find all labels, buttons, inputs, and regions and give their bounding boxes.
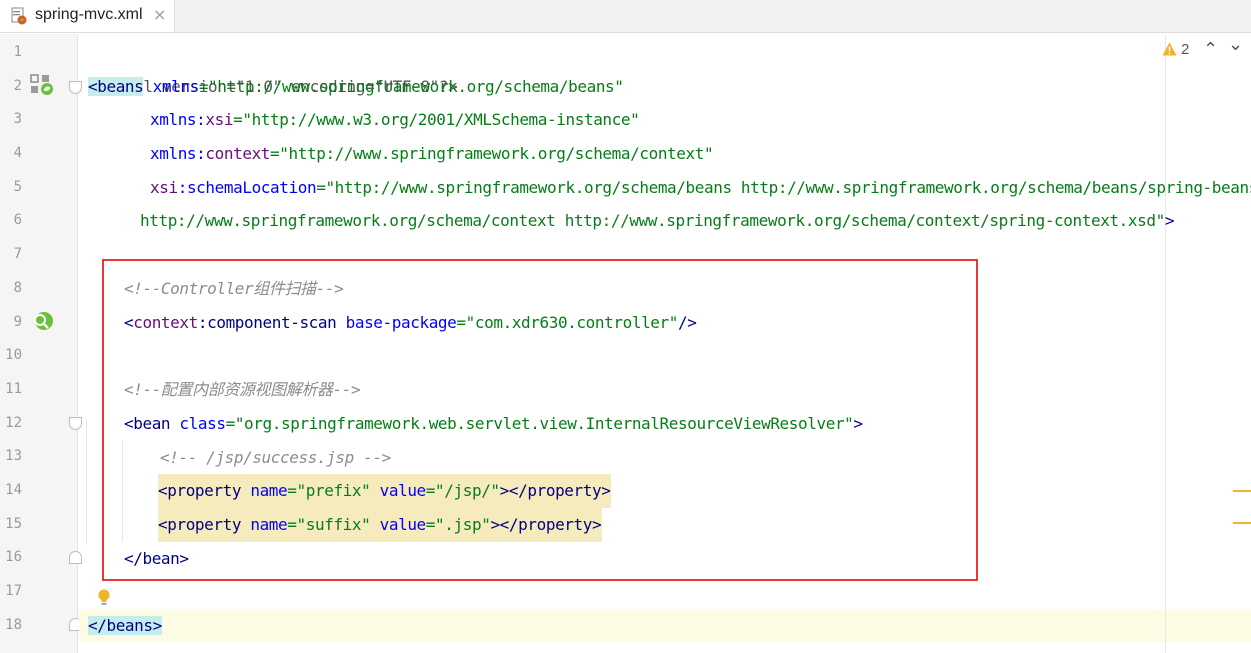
line-number: 9 [13, 314, 22, 330]
attribute-value: "http://www.w3.org/2001/XMLSchema-instan… [242, 110, 640, 129]
attribute-name: xmlns [150, 144, 197, 163]
warning-stripe-marker[interactable] [1233, 522, 1251, 524]
code-line-1[interactable]: <?xml version="1.0" encoding="UTF-8"?> [88, 36, 457, 96]
tab-spring-mvc-xml[interactable]: spring-mvc.xml × [0, 0, 175, 32]
lightbulb-icon[interactable] [96, 588, 112, 608]
attribute-name: xmlns [150, 110, 197, 129]
bracket: </ [88, 616, 107, 635]
line-number: 14 [5, 482, 22, 498]
attribute-value: "http://www.springframework.org/schema/b… [208, 77, 624, 96]
code-line-4[interactable]: xmlns:context="http://www.springframewor… [150, 137, 714, 171]
namespace-prefix: context [205, 144, 271, 163]
chevron-down-icon[interactable]: ⌄ [1228, 34, 1243, 55]
attribute-name: xmlns [143, 77, 200, 96]
equals: = [270, 144, 280, 163]
highlight-annotation-box [102, 259, 978, 581]
chevron-up-icon[interactable]: ⌃ [1203, 39, 1218, 60]
line-number: 3 [13, 111, 22, 127]
fold-toggle-icon[interactable] [69, 81, 82, 94]
line-number-gutter[interactable]: 1 2 3 4 5 6 7 8 9 10 11 12 13 14 15 16 1… [0, 34, 82, 653]
line-number: 18 [5, 617, 22, 633]
attribute-value: "http://www.springframework.org/schema/c… [279, 144, 714, 163]
line-number: 4 [13, 145, 22, 161]
line-number: 12 [5, 415, 22, 431]
tab-label: spring-mvc.xml [35, 6, 143, 23]
equals: = [198, 77, 209, 96]
indent-guide [86, 420, 87, 545]
tag-name: beans [97, 77, 144, 96]
right-margin-guide [1165, 34, 1166, 653]
bracket: < [88, 77, 98, 96]
attribute-value: "http://www.springframework.org/schema/b… [325, 178, 1251, 197]
line-number: 8 [13, 280, 22, 296]
attribute-name: schemaLocation [186, 178, 317, 197]
xml-file-icon [11, 7, 27, 25]
tag-name: beans [106, 616, 153, 635]
namespace-prefix: xsi [205, 110, 234, 129]
namespace-prefix: xsi [150, 178, 178, 197]
equals: = [233, 110, 243, 129]
line-number: 5 [13, 179, 22, 195]
close-icon[interactable]: × [153, 5, 166, 24]
code-line-5[interactable]: xsi:schemaLocation="http://www.springfra… [150, 171, 1251, 205]
code-line-18[interactable]: </beans> [88, 609, 162, 643]
line-number: 10 [5, 347, 22, 363]
warning-count: 2 [1181, 41, 1190, 58]
current-line-highlight [79, 609, 1251, 642]
line-number: 7 [13, 246, 22, 262]
bracket: > [152, 616, 162, 635]
line-number: 11 [5, 381, 22, 397]
spring-bean-icon[interactable] [30, 74, 54, 96]
component-scan-icon[interactable] [30, 310, 54, 334]
line-number: 2 [13, 78, 22, 94]
attribute-value: http://www.springframework.org/schema/co… [140, 211, 1165, 230]
editor-tab-bar: spring-mvc.xml × [0, 0, 1251, 33]
fold-toggle-icon[interactable] [69, 417, 82, 430]
code-line-2[interactable]: <beans xmlns="http://www.springframework… [88, 70, 624, 104]
bracket: > [1164, 211, 1175, 230]
colon: : [177, 178, 188, 197]
warning-icon [1162, 42, 1177, 56]
line-number: 6 [13, 212, 22, 228]
fold-toggle-icon[interactable] [69, 551, 82, 564]
line-number: 17 [5, 583, 22, 599]
line-number: 13 [5, 448, 22, 464]
line-number: 1 [13, 44, 22, 60]
line-number: 15 [5, 516, 22, 532]
line-number: 16 [5, 549, 22, 565]
warning-stripe-marker[interactable] [1233, 490, 1251, 492]
code-line-3[interactable]: xmlns:xsi="http://www.w3.org/2001/XMLSch… [150, 103, 640, 137]
code-line-6[interactable]: http://www.springframework.org/schema/co… [140, 204, 1174, 238]
